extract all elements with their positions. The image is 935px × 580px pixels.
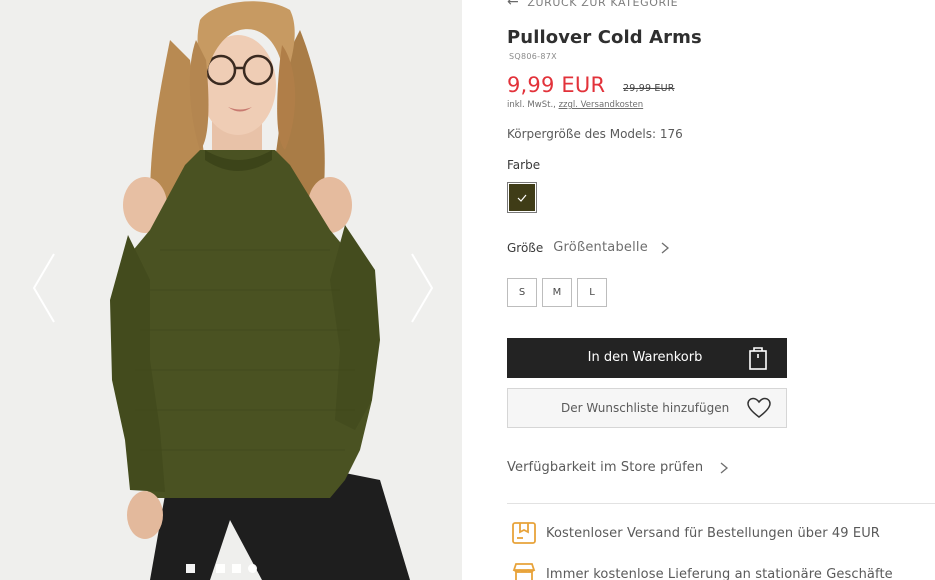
- color-label: Farbe: [507, 158, 541, 172]
- size-option-m[interactable]: M: [542, 278, 572, 307]
- gallery-dot[interactable]: [186, 564, 195, 573]
- product-details: ← ZURÜCK ZUR KATEGORIE Pullover Cold Arm…: [507, 0, 935, 580]
- current-price: 9,99 EUR: [507, 73, 606, 97]
- add-to-cart-button[interactable]: In den Warenkorb: [507, 338, 787, 378]
- size-header: Größe Größentabelle: [507, 240, 670, 255]
- product-photo: [0, 0, 462, 580]
- shipping-costs-link[interactable]: zzgl. Versandkosten: [559, 100, 644, 110]
- package-icon: [512, 522, 536, 544]
- gallery-dot[interactable]: [216, 564, 225, 573]
- store-availability-link[interactable]: Verfügbarkeit im Store prüfen: [507, 460, 729, 475]
- product-gallery: [0, 0, 462, 580]
- old-price: 29,99 EUR: [623, 83, 675, 94]
- vat-note: inkl. MwSt., zzgl. Versandkosten: [507, 100, 643, 110]
- size-option-l[interactable]: L: [577, 278, 607, 307]
- arrow-left-icon: ←: [507, 0, 520, 10]
- heart-icon: [747, 397, 771, 418]
- color-swatch-selected[interactable]: [507, 182, 537, 213]
- add-to-wishlist-button[interactable]: Der Wunschliste hinzufügen: [507, 388, 787, 428]
- add-to-wishlist-label: Der Wunschliste hinzufügen: [561, 401, 730, 415]
- back-to-category-label: ZURÜCK ZUR KATEGORIE: [527, 0, 679, 9]
- divider: [507, 503, 935, 504]
- benefit-store-delivery: Immer kostenlose Lieferung an stationäre…: [511, 561, 893, 580]
- add-to-cart-label: In den Warenkorb: [587, 350, 703, 365]
- chevron-right-icon: [661, 242, 669, 253]
- shopping-bag-icon: [749, 347, 767, 370]
- size-label: Größe: [507, 240, 544, 255]
- store-availability-label: Verfügbarkeit im Store prüfen: [507, 460, 704, 475]
- check-icon: [509, 184, 535, 211]
- gallery-pagination: [186, 564, 257, 573]
- size-options: S M L: [507, 278, 607, 307]
- chevron-right-icon: [720, 462, 729, 473]
- back-to-category-link[interactable]: ← ZURÜCK ZUR KATEGORIE: [507, 0, 678, 10]
- size-option-s[interactable]: S: [507, 278, 537, 307]
- store-icon: [512, 563, 536, 580]
- prev-image-arrow[interactable]: [30, 250, 58, 326]
- product-sku: SQ806-87X: [509, 52, 557, 61]
- product-title: Pullover Cold Arms: [507, 27, 702, 48]
- model-height: Körpergröße des Models: 176: [507, 127, 683, 141]
- size-chart-link[interactable]: Größentabelle: [553, 240, 648, 255]
- gallery-dot-active[interactable]: [248, 564, 257, 573]
- next-image-arrow[interactable]: [408, 250, 436, 326]
- benefit-free-shipping: Kostenloser Versand für Bestellungen übe…: [511, 520, 880, 546]
- gallery-dot[interactable]: [232, 564, 241, 573]
- benefit-text: Kostenloser Versand für Bestellungen übe…: [546, 525, 880, 541]
- vat-prefix: inkl. MwSt.,: [507, 100, 556, 110]
- benefit-text: Immer kostenlose Lieferung an stationäre…: [546, 566, 893, 580]
